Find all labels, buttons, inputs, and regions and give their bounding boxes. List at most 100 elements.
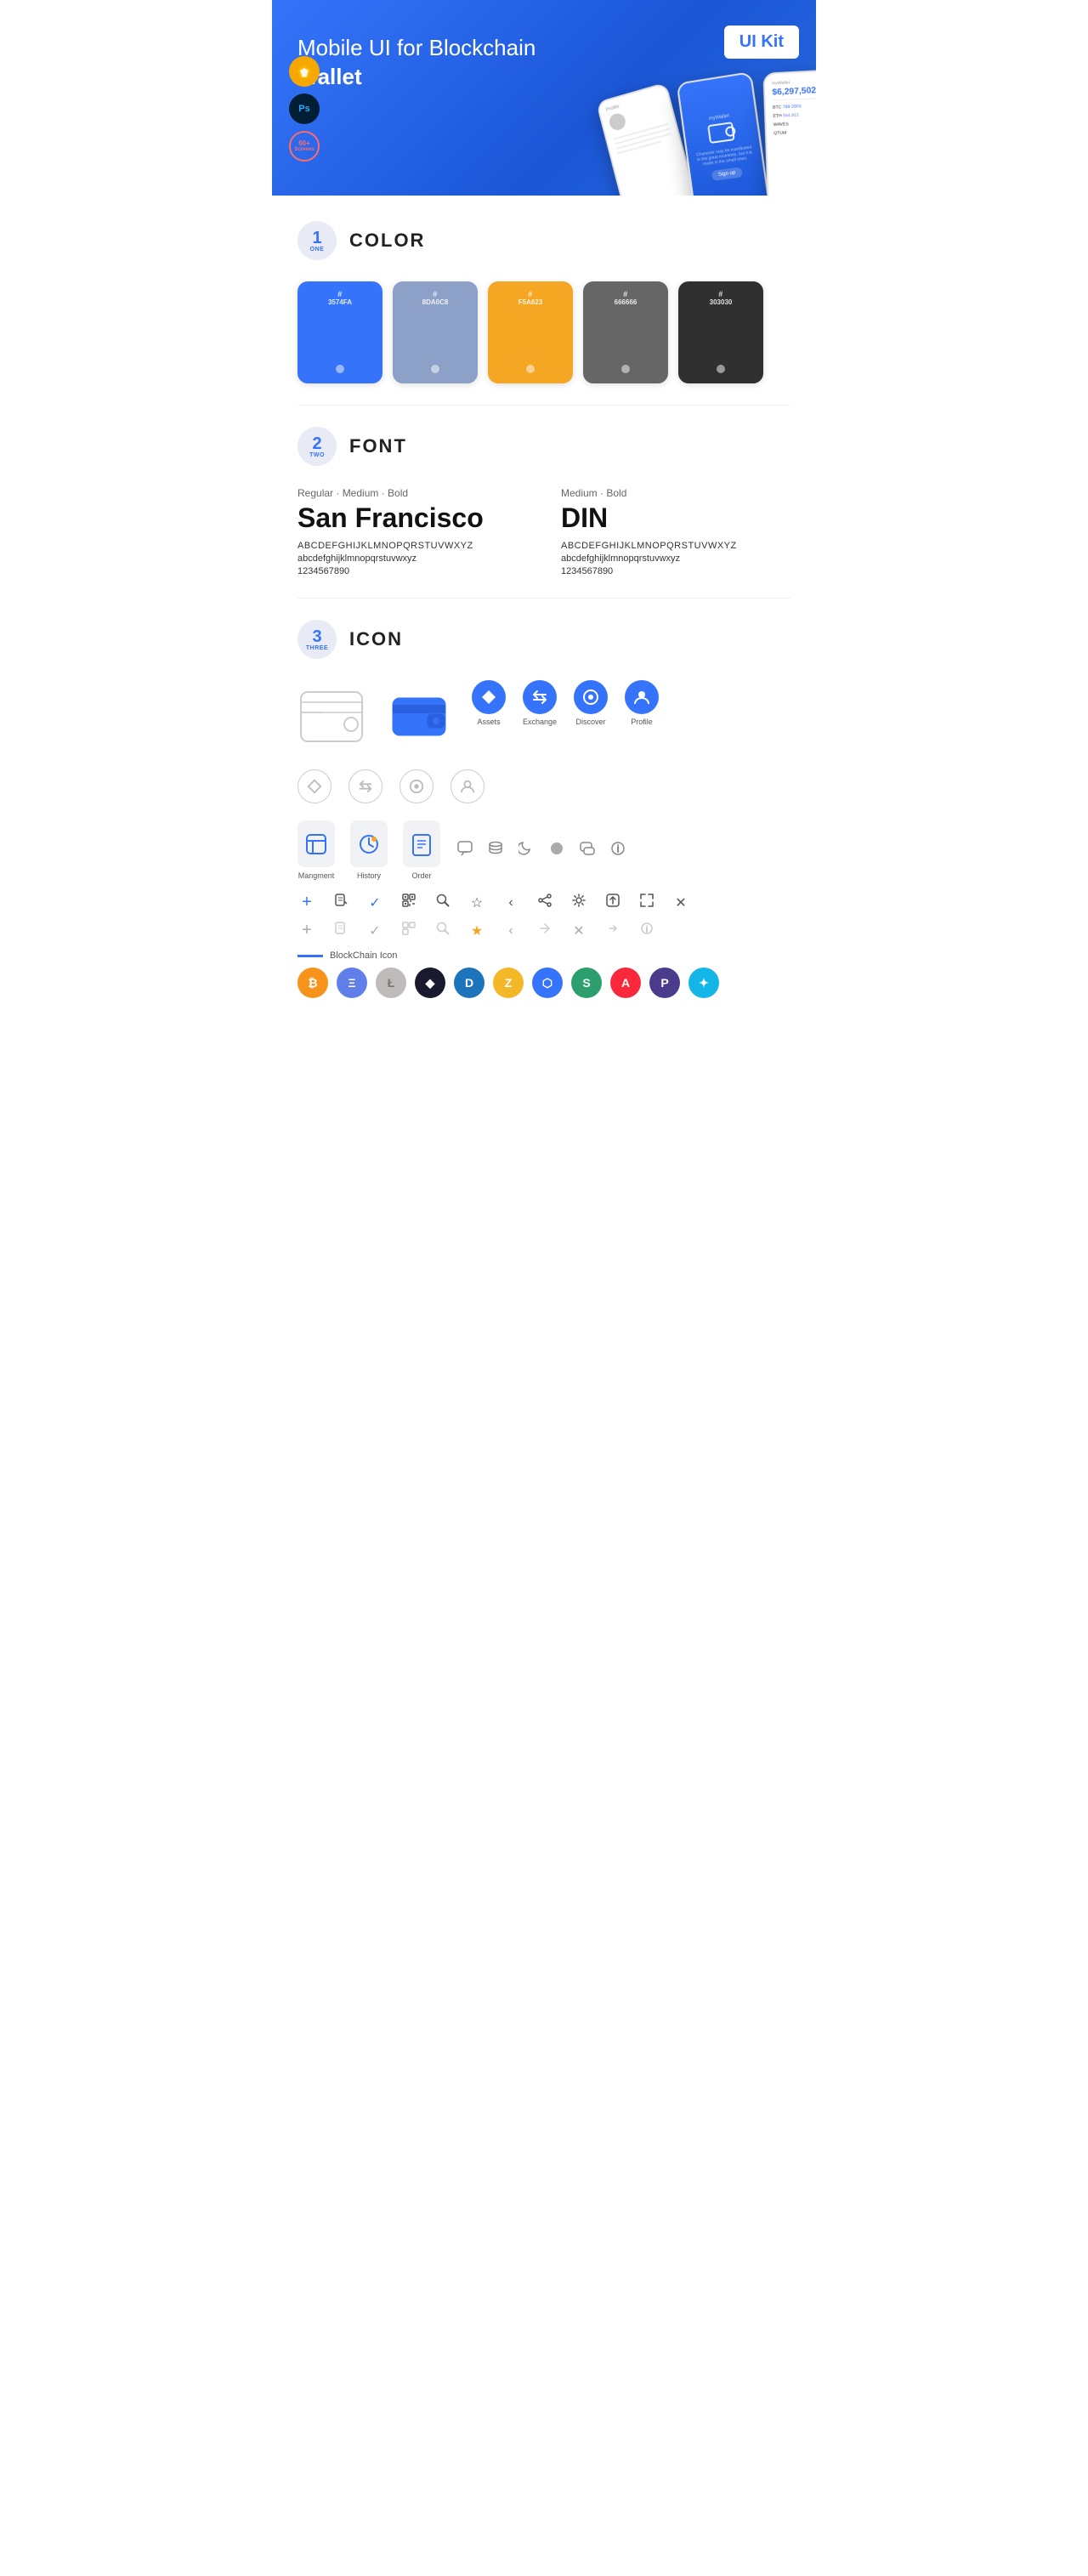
info-icon-dim — [638, 922, 656, 939]
star-icon: ☆ — [468, 894, 486, 911]
font-weights: Medium · Bold — [561, 487, 790, 499]
color-swatch-8DA0C8: #8DA0C8 — [393, 281, 478, 383]
order-icon — [403, 820, 440, 867]
hero-phones: Profile myWallet Character may be manife… — [608, 70, 816, 196]
blockchain-text: BlockChain Icon — [330, 950, 398, 961]
ui-kit-badge: UI Kit — [724, 26, 799, 59]
crypto-icon-poly: P — [649, 967, 680, 998]
crypto-icons-row: ₿ΞŁ◆DZ⬡SAP✦ — [298, 967, 790, 998]
phone-mockup-right: myWallet $6,297,502.12 BTC 788-2003 ETH … — [762, 69, 816, 196]
font-upper: ABCDEFGHIJKLMNOPQRSTUVWXYZ — [561, 541, 790, 551]
assets-icon — [472, 680, 506, 714]
section-1-word: ONE — [310, 247, 325, 252]
utility-icons-blue: + ✓ ☆ ‹ ✕ — [298, 893, 790, 912]
exchange-icon-outline — [348, 769, 382, 803]
search-icon-dim — [434, 922, 452, 939]
qr-icon-dim — [400, 922, 418, 939]
color-swatch-303030: #303030 — [678, 281, 763, 383]
color-swatch-F5A623: #F5A623 — [488, 281, 573, 383]
arrows-icon-dim — [536, 922, 554, 939]
section-2-number: 2 — [312, 435, 321, 452]
info-icon — [609, 841, 627, 860]
main-content: 1 ONE COLOR #3574FA#8DA0C8#F5A623#666666… — [272, 196, 816, 1024]
star-icon-yellow: ★ — [468, 922, 486, 939]
share-icon — [536, 894, 554, 911]
hero-badges: Ps 60+ Screens — [289, 56, 320, 162]
font-lower: abcdefghijklmnopqrstuvwxyz — [561, 553, 790, 564]
qr-icon — [400, 894, 418, 911]
icon-nav-group-colored: Assets Exchange Discover Profile — [472, 680, 659, 726]
profile-icon-outline — [450, 769, 484, 803]
font-col-san-francisco: Regular · Medium · Bold San Francisco AB… — [298, 487, 527, 576]
font-col-din: Medium · Bold DIN ABCDEFGHIJKLMNOPQRSTUV… — [561, 487, 790, 576]
section-2-title: FONT — [349, 435, 407, 457]
sketch-badge — [289, 56, 320, 87]
color-swatches: #3574FA#8DA0C8#F5A623#666666#303030 — [298, 281, 790, 383]
font-name: DIN — [561, 502, 790, 534]
chat-icon — [456, 841, 474, 860]
font-section-header: 2 TWO FONT — [298, 427, 790, 466]
crypto-icon-btc: ₿ — [298, 967, 328, 998]
plus-icon: + — [298, 893, 316, 912]
profile-icon — [625, 680, 659, 714]
font-weights: Regular · Medium · Bold — [298, 487, 527, 499]
chevron-left-icon: ‹ — [502, 895, 520, 911]
screens-badge: 60+ Screens — [289, 131, 320, 162]
crypto-icon-grid: ⬡ — [532, 967, 563, 998]
discover-icon — [574, 680, 608, 714]
icon-assets: Assets — [472, 680, 506, 726]
icon-exchange: Exchange — [523, 680, 557, 726]
crypto-icon-dash: D — [454, 967, 484, 998]
color-section-header: 1 ONE COLOR — [298, 221, 790, 260]
ps-badge: Ps — [289, 94, 320, 124]
icon-nav-group-outline — [298, 769, 790, 803]
circle-icon — [547, 841, 566, 860]
blockchain-label: BlockChain Icon — [298, 950, 790, 961]
crypto-icon-ltc: Ł — [376, 967, 406, 998]
crypto-icon-zec: Z — [493, 967, 524, 998]
crypto-icon-ark: A — [610, 967, 641, 998]
check-icon: ✓ — [366, 894, 384, 911]
management-label: Mangment — [298, 871, 335, 880]
x-icon-dim: ✕ — [570, 922, 588, 939]
font-name: San Francisco — [298, 502, 527, 534]
section-3-circle: 3 THREE — [298, 620, 337, 659]
icon-profile: Profile — [625, 680, 659, 726]
phone-mockup-center: myWallet Character may be manifested in … — [677, 71, 772, 196]
assets-icon-outline — [298, 769, 332, 803]
app-icons-row: Mangment History Order — [298, 820, 790, 880]
icon-discover-outline — [400, 769, 434, 803]
history-icon — [350, 820, 388, 867]
order-label: Order — [411, 871, 431, 880]
crypto-icon-xlm: ✦ — [688, 967, 719, 998]
app-icon-management: Mangment — [298, 820, 335, 880]
section-2-word: TWO — [309, 452, 325, 458]
close-icon: ✕ — [672, 894, 690, 911]
search-icon — [434, 894, 452, 911]
moon-icon — [517, 841, 536, 860]
icon-assets-outline — [298, 769, 332, 803]
upload-icon — [604, 894, 622, 911]
doc-edit-icon — [332, 894, 350, 911]
icon-discover: Discover — [574, 680, 608, 726]
section-3-title: ICON — [349, 628, 403, 650]
settings-icon — [570, 894, 588, 911]
management-icon — [298, 820, 335, 867]
history-label: History — [357, 871, 381, 880]
section-3-number: 3 — [312, 628, 321, 645]
font-display: Regular · Medium · Bold San Francisco AB… — [298, 487, 790, 576]
chevron-left-dim: ‹ — [502, 923, 520, 939]
divider-1 — [298, 405, 790, 406]
crypto-icon-wings: ◆ — [415, 967, 445, 998]
color-swatch-666666: #666666 — [583, 281, 668, 383]
icon-section-header: 3 THREE ICON — [298, 620, 790, 659]
color-swatch-3574FA: #3574FA — [298, 281, 382, 383]
doc-edit-icon-dim — [332, 922, 350, 939]
font-lower: abcdefghijklmnopqrstuvwxyz — [298, 553, 527, 564]
check-icon-dim: ✓ — [366, 922, 384, 939]
icon-profile-outline — [450, 769, 484, 803]
section-3-word: THREE — [306, 645, 328, 651]
font-numbers: 1234567890 — [561, 566, 790, 576]
exchange-icon — [523, 680, 557, 714]
arrow-right-dim — [604, 922, 622, 939]
